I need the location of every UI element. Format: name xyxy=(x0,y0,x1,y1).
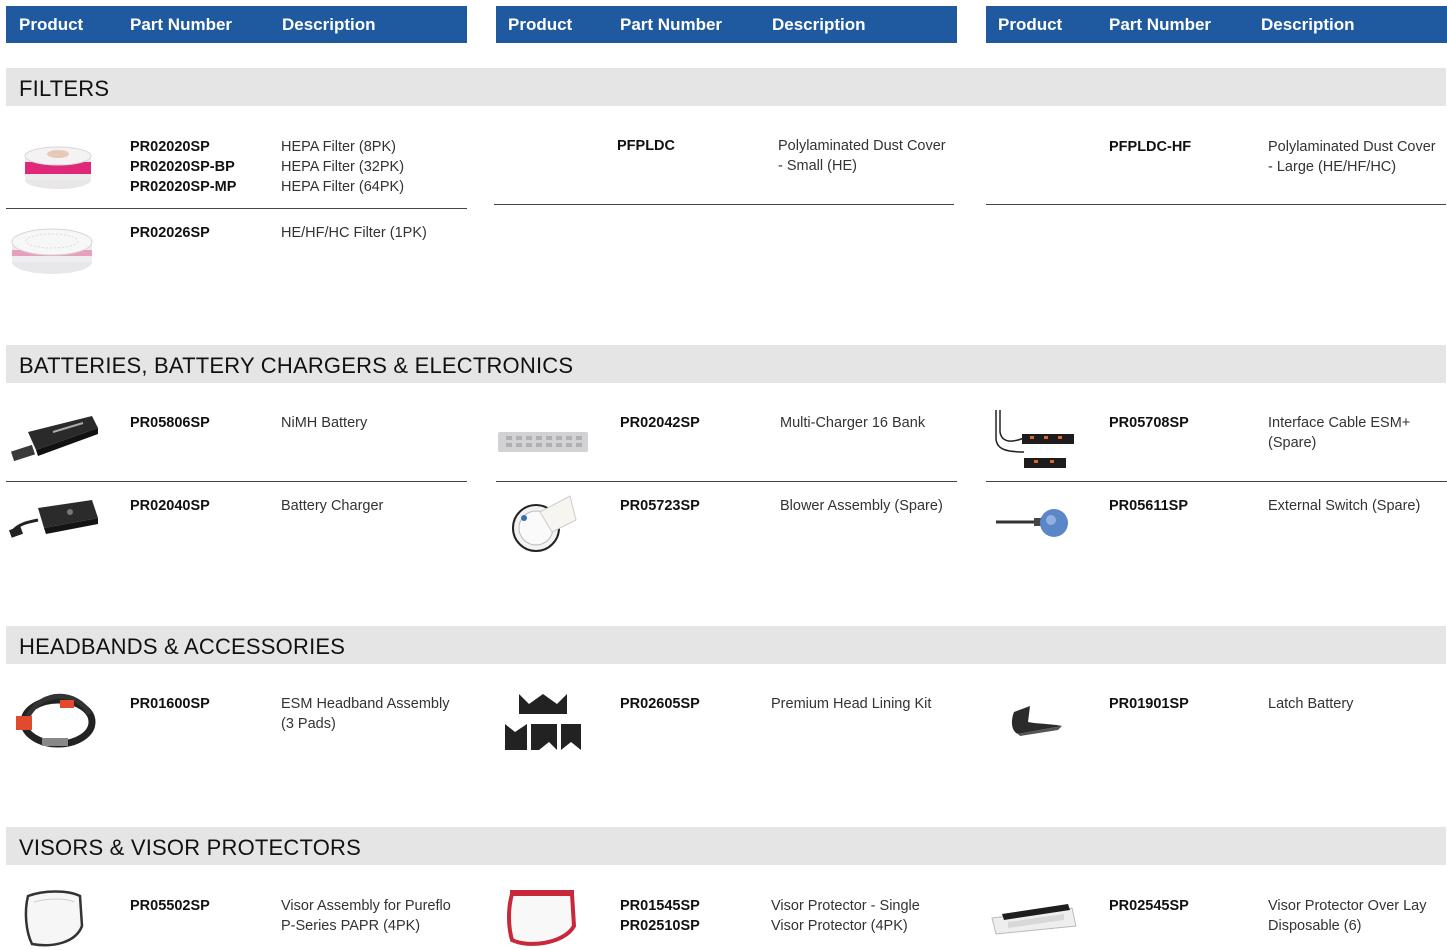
row-divider xyxy=(496,481,957,482)
column-description: Description xyxy=(282,15,376,34)
description: Visor Protector - Single Visor Protector … xyxy=(771,898,920,934)
description: Interface Cable ESM+ (Spare) xyxy=(1268,415,1411,451)
column-part-number: Part Number xyxy=(620,15,723,34)
visor-assembly-image xyxy=(20,888,86,950)
part-number: PR02042SP xyxy=(620,415,700,431)
latch-battery-image xyxy=(1008,702,1068,738)
blower-assembly-image xyxy=(508,490,580,556)
column-description: Description xyxy=(772,15,866,34)
description: Premium Head Lining Kit xyxy=(771,696,932,712)
description: Polylaminated Dust Cover - Large (HE/HF/… xyxy=(1268,139,1436,175)
part-number: PR01545SP PR02510SP xyxy=(620,898,700,934)
section-headbands: HEADBANDS & ACCESSORIES xyxy=(6,626,1446,664)
description: HE/HF/HC Filter (1PK) xyxy=(281,225,427,241)
description: External Switch (Spare) xyxy=(1268,498,1421,514)
part-number: PR05502SP xyxy=(130,898,210,914)
part-number: PR02020SP PR02020SP-BP PR02020SP-MP xyxy=(130,139,237,195)
column-product: Product xyxy=(508,15,573,34)
interface-cable-image xyxy=(984,408,1084,476)
part-number: PR01901SP xyxy=(1109,696,1189,712)
visor-overlay-image xyxy=(988,896,1078,936)
description: Multi-Charger 16 Bank xyxy=(780,415,926,431)
description: Visor Assembly for Pureflo P-Series PAPR… xyxy=(281,898,451,934)
part-number: PR02026SP xyxy=(130,225,210,241)
column-description: Description xyxy=(1261,15,1355,34)
section-visors: VISORS & VISOR PROTECTORS xyxy=(6,827,1446,865)
column-header-1: Product Part Number Description xyxy=(6,6,467,43)
description: Visor Protector Over Lay Disposable (6) xyxy=(1268,898,1427,934)
description: NiMH Battery xyxy=(281,415,368,431)
column-part-number: Part Number xyxy=(130,15,233,34)
row-divider xyxy=(986,481,1447,482)
row-divider xyxy=(6,208,467,209)
description: ESM Headband Assembly (3 Pads) xyxy=(281,696,450,732)
column-part-number: Part Number xyxy=(1109,15,1212,34)
battery-charger-image xyxy=(8,494,100,550)
description: Latch Battery xyxy=(1268,696,1354,712)
section-title: BATTERIES, BATTERY CHARGERS & ELECTRONIC… xyxy=(19,353,574,378)
part-number: PR05708SP xyxy=(1109,415,1189,431)
part-number: PR05611SP xyxy=(1109,498,1189,514)
column-header-2: Product Part Number Description xyxy=(496,6,957,43)
row-divider xyxy=(6,481,467,482)
section-filters: FILTERS xyxy=(6,68,1446,106)
visor-protector-image xyxy=(504,886,580,950)
part-number: PR02545SP xyxy=(1109,898,1189,914)
part-number: PFPLDC-HF xyxy=(1109,139,1192,155)
hepa-filter-image xyxy=(22,136,94,192)
section-title: FILTERS xyxy=(19,76,110,101)
multi-charger-image xyxy=(496,428,590,454)
head-lining-kit-image xyxy=(505,692,583,752)
part-number: PR01600SP xyxy=(130,696,210,712)
column-product: Product xyxy=(998,15,1063,34)
description: HEPA Filter (8PK) HEPA Filter (32PK) HEPA … xyxy=(281,139,405,195)
part-number: PFPLDC xyxy=(617,138,675,154)
part-number: PR02605SP xyxy=(620,696,700,712)
he-hf-hc-filter-image xyxy=(10,220,94,278)
part-number: PR02040SP xyxy=(130,498,210,514)
description: Battery Charger xyxy=(281,498,384,514)
nimh-battery-image xyxy=(8,410,100,466)
section-batteries: BATTERIES, BATTERY CHARGERS & ELECTRONIC… xyxy=(6,345,1446,383)
part-number: PR05723SP xyxy=(620,498,700,514)
headband-assembly-image xyxy=(12,686,100,756)
description: Polylaminated Dust Cover - Small (HE) xyxy=(778,138,946,174)
row-divider xyxy=(986,204,1446,205)
part-number: PR05806SP xyxy=(130,415,210,431)
section-title: VISORS & VISOR PROTECTORS xyxy=(19,835,361,860)
column-product: Product xyxy=(19,15,84,34)
section-title: HEADBANDS & ACCESSORIES xyxy=(19,634,346,659)
external-switch-image xyxy=(994,506,1070,542)
column-header-3: Product Part Number Description xyxy=(986,6,1447,43)
description: Blower Assembly (Spare) xyxy=(780,498,943,514)
row-divider xyxy=(494,204,954,205)
